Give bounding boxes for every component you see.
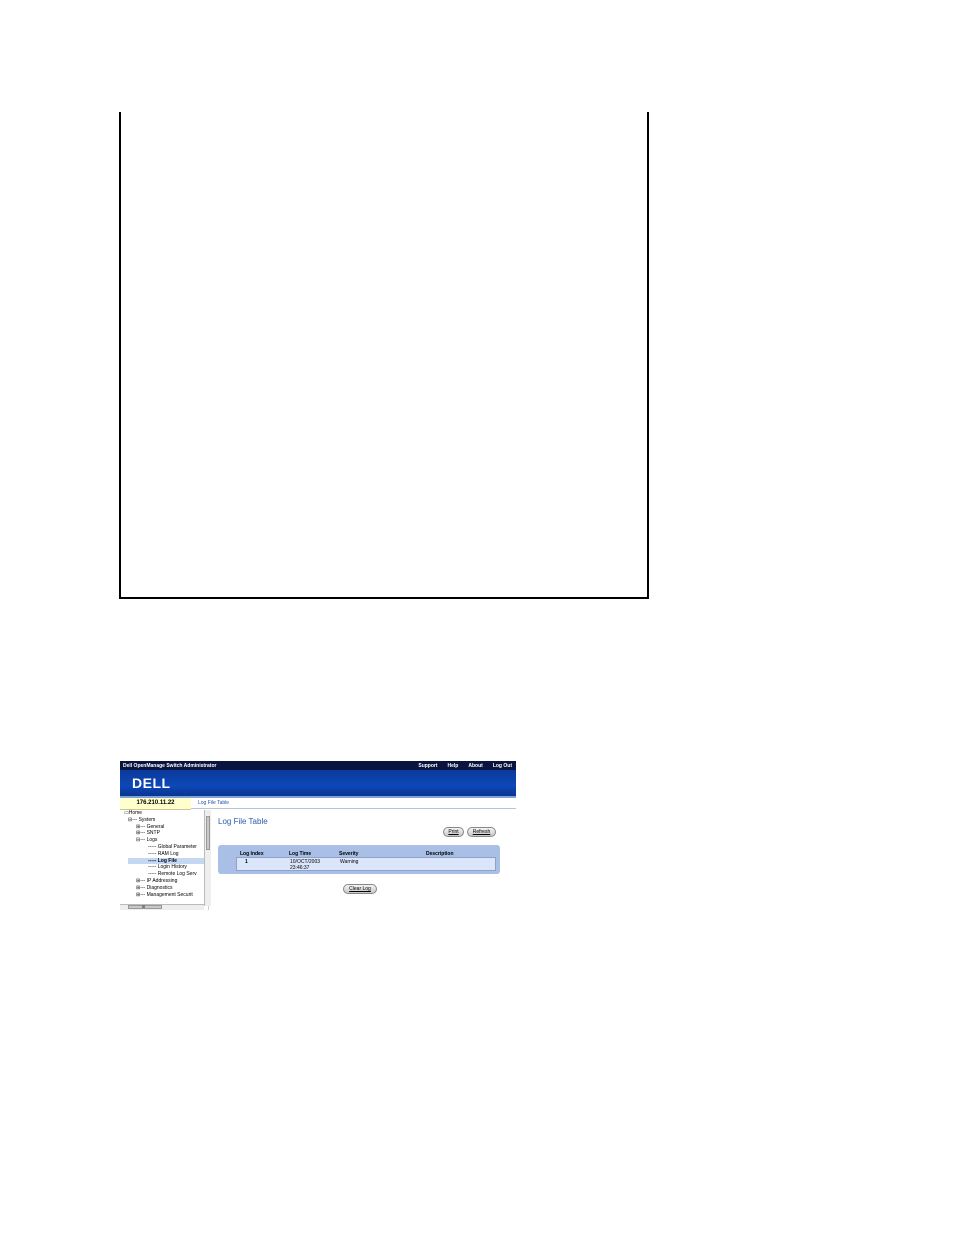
tree-label: Log File bbox=[157, 857, 177, 864]
document-frame bbox=[119, 112, 649, 599]
tree-label: Remote Log Serv bbox=[157, 871, 197, 878]
tree-item-home[interactable]: ▭Home bbox=[124, 810, 142, 817]
tree-label: RAM Log bbox=[157, 850, 179, 857]
device-ip: 176.210.11.22 bbox=[120, 798, 191, 810]
print-button[interactable]: Print bbox=[443, 827, 464, 837]
grip-icon: III bbox=[142, 904, 146, 909]
tree-item-general[interactable]: ⊞--- General bbox=[136, 824, 164, 831]
refresh-button[interactable]: Refresh bbox=[467, 827, 496, 837]
tree-label: General bbox=[146, 823, 165, 830]
top-links: Support Help About Log Out bbox=[418, 763, 512, 769]
tree-item-system[interactable]: ⊟--- System bbox=[128, 817, 155, 824]
support-link[interactable]: Support bbox=[418, 763, 437, 769]
tree-item-management-security[interactable]: ⊞--- Management Securit bbox=[136, 892, 193, 899]
tree-item-logs[interactable]: ⊟--- Logs bbox=[136, 837, 157, 844]
app-title: Dell OpenManage Switch Administrator bbox=[123, 763, 217, 769]
table-row[interactable]: 1 10/OCT/2003 23:46:37 Warning bbox=[236, 857, 496, 871]
tree-label: Management Securit bbox=[146, 891, 193, 898]
tree-label: System bbox=[138, 816, 156, 823]
breadcrumb[interactable]: Log File Table bbox=[198, 800, 229, 806]
switch-admin-screenshot: Dell OpenManage Switch Administrator Sup… bbox=[120, 761, 516, 910]
tree-label: Login History bbox=[157, 864, 187, 871]
expand-icon: ⊞ bbox=[136, 884, 141, 891]
collapse-icon: ⊟ bbox=[128, 816, 133, 823]
tree-label: Home bbox=[128, 810, 143, 816]
tree-label: Global Parameter bbox=[157, 844, 197, 850]
tree-label: IP Addressing bbox=[146, 878, 178, 884]
collapse-icon: ⊟ bbox=[136, 837, 141, 844]
tree-item-sntp[interactable]: ⊞--- SNTP bbox=[136, 830, 160, 837]
navigation-tree: ▭Home ⊟--- System ⊞--- General ⊞--- SNTP… bbox=[120, 810, 209, 910]
expand-icon: ⊞ bbox=[136, 891, 141, 898]
expand-icon: ⊞ bbox=[136, 878, 141, 884]
tree-label: Logs bbox=[146, 837, 158, 844]
expand-icon: ⊞ bbox=[136, 830, 141, 837]
tree-vertical-scrollbar[interactable] bbox=[204, 810, 211, 906]
logout-link[interactable]: Log Out bbox=[493, 763, 512, 769]
tree-item-log-file[interactable]: ----- Log File bbox=[128, 857, 204, 865]
scrollbar-thumb[interactable] bbox=[206, 816, 210, 850]
brand-banner: DELL bbox=[120, 770, 516, 796]
page-title: Log File Table bbox=[218, 817, 268, 826]
help-link[interactable]: Help bbox=[448, 763, 459, 769]
log-time-clock-cell: 23:46:37 bbox=[290, 865, 310, 871]
tree-item-remote-log-server[interactable]: ----- Remote Log Serv bbox=[148, 871, 197, 878]
tree-item-ip-addressing[interactable]: ⊞--- IP Addressing bbox=[136, 878, 177, 885]
dell-logo: DELL bbox=[132, 775, 171, 791]
tree-label: SNTP bbox=[146, 830, 160, 837]
clear-log-button[interactable]: Clear Log bbox=[343, 884, 377, 894]
tree-item-ram-log[interactable]: ----- RAM Log bbox=[148, 851, 179, 858]
tree-item-diagnostics[interactable]: ⊞--- Diagnostics bbox=[136, 885, 172, 892]
tree-item-login-history[interactable]: ----- Login History bbox=[148, 864, 187, 871]
tree-item-global-parameters[interactable]: ----- Global Parameter bbox=[148, 844, 197, 851]
about-link[interactable]: About bbox=[468, 763, 482, 769]
severity-cell: Warning bbox=[340, 859, 359, 865]
expand-icon: ⊞ bbox=[136, 823, 141, 830]
scrollbar-thumb[interactable]: III bbox=[128, 904, 162, 909]
top-bar: Dell OpenManage Switch Administrator Sup… bbox=[120, 761, 516, 770]
tree-horizontal-scrollbar[interactable]: III bbox=[120, 904, 204, 910]
log-index-cell: 1 bbox=[245, 859, 248, 865]
log-file-table: Log Index Log Time Severity Description … bbox=[218, 845, 500, 874]
breadcrumb-divider bbox=[191, 808, 516, 809]
tree-label: Diagnostics bbox=[146, 884, 173, 891]
